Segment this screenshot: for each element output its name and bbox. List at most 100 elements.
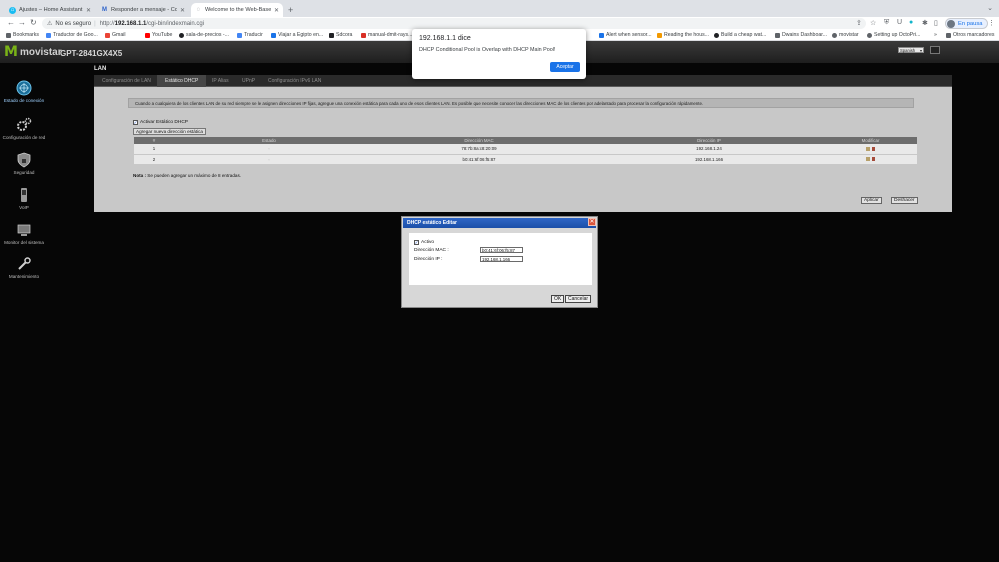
other-bookmarks[interactable]: Otros marcadores xyxy=(946,32,995,38)
extensions-puzzle-icon[interactable]: ✱ xyxy=(922,19,928,27)
apply-button[interactable]: Aplicar xyxy=(861,197,882,204)
enable-static-dhcp-checkbox[interactable]: ✓ xyxy=(133,120,138,125)
cancel-button[interactable]: Cancelar xyxy=(565,295,592,303)
bookmark-item[interactable]: Setting up OctoPri... xyxy=(867,32,920,38)
bookmark-item[interactable]: Dwains Dashboar... xyxy=(775,32,827,38)
bookmark-item[interactable]: Gmail xyxy=(105,32,126,38)
bookmark-item[interactable]: Traductor de Goo... xyxy=(46,32,98,38)
warning-triangle-icon[interactable]: ⚠ xyxy=(47,20,52,27)
site-icon xyxy=(657,32,662,38)
browser-tab-router[interactable]: ◌ Welcome to the Web-Based ✕ xyxy=(191,3,283,17)
bookmark-item[interactable]: Sdcora xyxy=(329,32,352,38)
col-index: # xyxy=(134,137,174,144)
new-tab-plus-icon[interactable]: + xyxy=(288,5,293,15)
edit-icon[interactable] xyxy=(866,147,870,152)
system-monitor-icon xyxy=(16,222,32,238)
address-bar[interactable]: ⚠ No es seguro | http:// 192.168.1.1 /cg… xyxy=(42,18,866,29)
undo-button[interactable]: Deshacer xyxy=(891,197,918,204)
active-label: Activo xyxy=(421,240,435,245)
bookmark-item[interactable]: Traducir xyxy=(237,32,263,38)
forward-arrow-icon[interactable]: → xyxy=(18,18,26,27)
tab-label: UPnP xyxy=(242,78,256,84)
javascript-alert-dialog: 192.168.1.1 dice DHCP Conditional Pool i… xyxy=(412,29,586,79)
bookmark-item[interactable]: Build a cheap wat... xyxy=(714,32,766,38)
back-arrow-icon[interactable]: ← xyxy=(7,18,15,27)
network-config-icon xyxy=(16,117,32,133)
language-select[interactable]: Spanish ▾ xyxy=(898,47,924,53)
browser-tab-home-assistant[interactable]: ⌂ Ajustes – Home Assistant ✕ xyxy=(5,3,95,17)
row-state-icon: ◦ xyxy=(174,144,364,155)
site-icon xyxy=(867,32,872,38)
sidebar-item-label: Estado de conexión xyxy=(3,98,45,103)
tab-close-icon[interactable]: ✕ xyxy=(86,7,91,14)
profile-paused-label: En pausa xyxy=(958,20,983,27)
bookmark-item[interactable]: Bookmarks xyxy=(6,32,39,38)
mac-label: Dirección MAC : xyxy=(414,248,449,253)
share-icon[interactable]: ⇪ xyxy=(856,19,862,27)
loading-favicon-icon: ◌ xyxy=(196,7,201,13)
extension-circle-icon[interactable]: ● xyxy=(909,19,913,26)
browser-menu-icon[interactable]: ⋮ xyxy=(988,19,995,27)
delete-icon[interactable] xyxy=(872,147,875,152)
bookmark-item[interactable]: movistar xyxy=(832,32,859,38)
alert-message: DHCP Conditional Pool is Overlap with DH… xyxy=(419,47,556,53)
browser-tab-mail[interactable]: M Responder a mensaje - Comun ✕ xyxy=(97,3,189,17)
tab-lan-config[interactable]: Configuración de LAN xyxy=(94,75,159,87)
site-icon xyxy=(832,32,837,38)
active-checkbox[interactable]: ✓ xyxy=(414,240,419,245)
mac-address-input[interactable]: b0:41:6f:06:f5:87 xyxy=(480,247,523,253)
profile-paused-button[interactable]: En pausa xyxy=(945,18,988,29)
tab-upnp[interactable]: UPnP xyxy=(234,75,263,87)
bookmark-label: sala-de-precios -... xyxy=(186,32,229,38)
table-row: 1 ◦ 78:7b:8a:c8:20:09 192.168.1.24 xyxy=(134,144,917,155)
row-actions xyxy=(824,144,917,155)
bookmark-star-icon[interactable]: ☆ xyxy=(870,19,876,27)
side-panel-icon[interactable]: ▯ xyxy=(934,19,938,27)
bookmark-item[interactable]: sala-de-precios -... xyxy=(179,32,229,38)
tab-ipv6-lan-config[interactable]: Configuración IPv6 LAN xyxy=(260,75,329,87)
bookmark-label: Alert when sensor... xyxy=(606,32,652,38)
bookmarks-overflow-chevron-icon[interactable]: » xyxy=(934,32,937,38)
ok-button[interactable]: OK xyxy=(551,295,565,303)
tab-static-dhcp[interactable]: Estático DHCP xyxy=(157,75,207,87)
add-static-address-button[interactable]: Agregar nueva dirección estática xyxy=(133,128,206,135)
sidebar-item-security[interactable]: Seguridad xyxy=(0,152,48,175)
bookmark-item[interactable]: Reading the hous... xyxy=(657,32,709,38)
extension-u-icon[interactable]: U xyxy=(897,19,902,26)
tab-close-icon[interactable]: ✕ xyxy=(180,7,185,14)
tab-close-icon[interactable]: ✕ xyxy=(274,7,279,14)
bookmark-label: Build a cheap wat... xyxy=(721,32,767,38)
bookmark-label: Gmail xyxy=(112,32,126,38)
sidebar-item-label: Monitor del sistema xyxy=(4,240,44,245)
sidebar-item-maintenance[interactable]: Mantenimiento xyxy=(0,256,48,279)
sidebar-item-network-config[interactable]: Configuración de red xyxy=(0,117,48,140)
reload-icon[interactable]: ↻ xyxy=(30,18,37,27)
row-mac: 78:7b:8a:c8:20:09 xyxy=(364,144,594,155)
movistar-logo: M movistar xyxy=(4,44,62,60)
close-icon[interactable]: ✕ xyxy=(588,218,596,226)
info-notice: Cuando a cualquiera de los clientes LAN … xyxy=(128,98,914,108)
language-apply-button[interactable] xyxy=(930,46,940,54)
sidebar-item-connection-status[interactable]: Estado de conexión xyxy=(0,80,48,103)
ip-address-input[interactable]: 192.168.1.166 xyxy=(480,256,523,262)
sidebar-item-voip[interactable]: VoIP xyxy=(0,187,48,210)
edit-icon[interactable] xyxy=(866,157,870,162)
bookmark-item[interactable]: manual-dmit-rays... xyxy=(361,32,412,38)
translate-icon xyxy=(46,32,51,38)
bookmark-item[interactable]: YouTube xyxy=(145,32,172,38)
extension-shield-icon[interactable]: ⛨ xyxy=(884,19,889,27)
delete-icon[interactable] xyxy=(872,157,875,162)
youtube-icon xyxy=(145,32,150,38)
alert-accept-button[interactable]: Aceptar xyxy=(550,62,580,72)
travel-icon xyxy=(271,32,276,38)
bookmark-label: Traducir xyxy=(244,32,263,38)
tab-ip-alias[interactable]: IP Alias xyxy=(204,75,237,87)
tab-search-chevron-icon[interactable]: ⌄ xyxy=(987,4,993,12)
sidebar-item-system-monitor[interactable]: Monitor del sistema xyxy=(0,222,48,245)
bookmark-item[interactable]: Viajar a Egipto en... xyxy=(271,32,323,38)
security-label[interactable]: No es seguro xyxy=(55,21,91,27)
static-dhcp-edit-dialog: DHCP estático Editar ✕ ✓ Activo Direcció… xyxy=(401,216,598,308)
bookmark-label: Sdcora xyxy=(336,32,353,38)
bookmark-label: YouTube xyxy=(152,32,173,38)
bookmark-item[interactable]: Alert when sensor... xyxy=(599,32,652,38)
